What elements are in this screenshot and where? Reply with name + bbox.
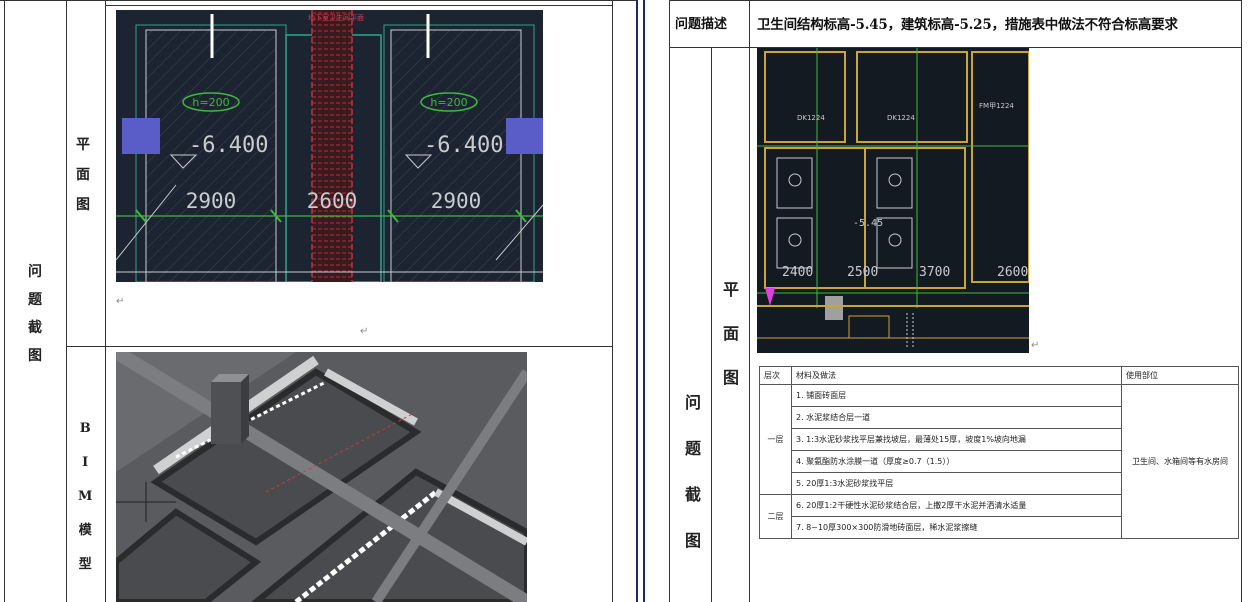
row-top [105, 5, 612, 6]
header-cell: 层次 [759, 366, 792, 385]
usage-cell: 卫生间、水箱间等有水房间 [1121, 384, 1239, 539]
bim-model-image [116, 352, 527, 602]
para-mark: ↵ [360, 326, 369, 337]
header-cell: 材料及做法 [791, 366, 1122, 385]
cad-plan-drawing-right: DK1224 DK1224 FM甲1224 -5.45 2400 2500 37… [757, 48, 1029, 353]
table-header-row: 层次 材料及做法 使用部位 [759, 366, 1239, 385]
label-divider [105, 0, 106, 602]
char: 题 [685, 439, 702, 458]
cad-plan-image-right: DK1224 DK1224 FM甲1224 -5.45 2400 2500 37… [757, 48, 1029, 353]
measures-table: 层次 材料及做法 使用部位 一层 1. 铺面砖面层 卫生间、水箱间等有水房间 2… [759, 366, 1239, 539]
para-mark: ↵ [1031, 340, 1040, 351]
char: 题 [28, 292, 42, 308]
group-cell: 二层 [759, 494, 792, 539]
bim-model-render [116, 352, 527, 602]
header-cell: 使用部位 [1121, 366, 1239, 385]
char: 问 [685, 393, 702, 412]
plan-dim-4: 2600 [997, 265, 1028, 280]
section-label-right: 问 题 截 图 [685, 380, 701, 564]
cad-plan-image: h=200 h=200 -6.400 -6.400 2900 2600 2900… [116, 10, 543, 282]
section-divider [66, 0, 67, 602]
char: M [78, 489, 93, 504]
plan-label-left: 平 面 图 [76, 130, 90, 220]
char: 平 [723, 280, 740, 299]
char: 图 [685, 531, 702, 550]
plan-dim-3: 3700 [919, 265, 950, 280]
outer-left-border [669, 0, 670, 602]
content-divider [749, 0, 750, 602]
section-label-left: 问 题 截 图 [28, 258, 42, 370]
page-gutter [636, 0, 645, 602]
char: 问 [28, 264, 42, 280]
dim-3: 2900 [431, 189, 482, 213]
table-cell: 2. 水泥浆结合层一道 [791, 406, 1122, 429]
plan-code-2: DK1224 [887, 114, 915, 122]
char: B [79, 421, 91, 436]
table-cell: 1. 铺面砖面层 [791, 384, 1122, 407]
plan-label-right: 平 面 图 [723, 268, 739, 400]
char: 截 [28, 320, 42, 336]
char: 图 [76, 197, 90, 213]
char: 平 [76, 137, 90, 153]
char: 图 [28, 348, 42, 364]
para-mark: ↵ [116, 296, 125, 307]
level-1: -6.400 [189, 133, 268, 158]
plan-code-3: FM甲1224 [979, 102, 1014, 110]
group-cell: 一层 [759, 384, 792, 495]
cad-plan-drawing: h=200 h=200 -6.400 -6.400 2900 2600 2900… [116, 10, 543, 282]
table-row: 一层 1. 铺面砖面层 卫生间、水箱间等有水房间 [759, 384, 1239, 539]
plan-title: 地下室卫生间平面 [308, 13, 364, 22]
char: 图 [723, 368, 740, 387]
label-divider [711, 48, 712, 602]
table-cell: 5. 20厚1:3水泥砂浆找平层 [791, 472, 1122, 495]
char: 模 [78, 523, 92, 538]
char: 面 [723, 324, 740, 343]
bim-label: B I M 模 型 [78, 412, 92, 582]
dim-2: 2600 [307, 189, 358, 213]
char: 面 [76, 167, 90, 183]
table-cell: 4. 聚氨酯防水涂膜一道（厚度≥0.7（1.5）） [791, 450, 1122, 473]
right-border [1241, 0, 1242, 602]
char: I [82, 455, 89, 470]
desc-text: 卫生间结构标高-5.45，建筑标高-5.25，措施表中做法不符合标高要求 [757, 17, 1178, 33]
plan-dim-2: 2500 [847, 265, 878, 280]
table-cell: 3. 1:3水泥砂浆找平层兼找坡层，最薄处15厚，坡度1%坡向地漏 [791, 428, 1122, 451]
char: 截 [685, 485, 702, 504]
outer-left-border [4, 0, 5, 602]
row-divider [66, 346, 612, 347]
desc-label: 问题描述 [675, 17, 728, 32]
char: 型 [78, 557, 92, 572]
right-page: 问题描述 卫生间结构标高-5.45，建筑标高-5.25，措施表中做法不符合标高要… [645, 0, 1260, 602]
top-border [669, 0, 1241, 1]
table-cell: 7. 8~10厚300×300防滑地砖面层，稀水泥浆擦缝 [791, 516, 1122, 539]
plan-dim-1: 2400 [782, 265, 813, 280]
elev-tag-1: h=200 [192, 96, 229, 109]
table-cell: 6. 20厚1:2干硬性水泥砂浆结合层，上撒2厚干水泥并洒清水适量 [791, 494, 1122, 517]
plan-level: -5.45 [853, 218, 883, 229]
top-border [0, 0, 636, 1]
elev-tag-2: h=200 [430, 96, 467, 109]
plan-code-1: DK1224 [797, 114, 825, 122]
left-page: 问 题 截 图 平 面 图 B I M 模 型 h=200 h=200 -6.4… [0, 0, 636, 602]
inner-right-border [612, 0, 613, 602]
dim-1: 2900 [186, 189, 237, 213]
level-2: -6.400 [424, 133, 503, 158]
